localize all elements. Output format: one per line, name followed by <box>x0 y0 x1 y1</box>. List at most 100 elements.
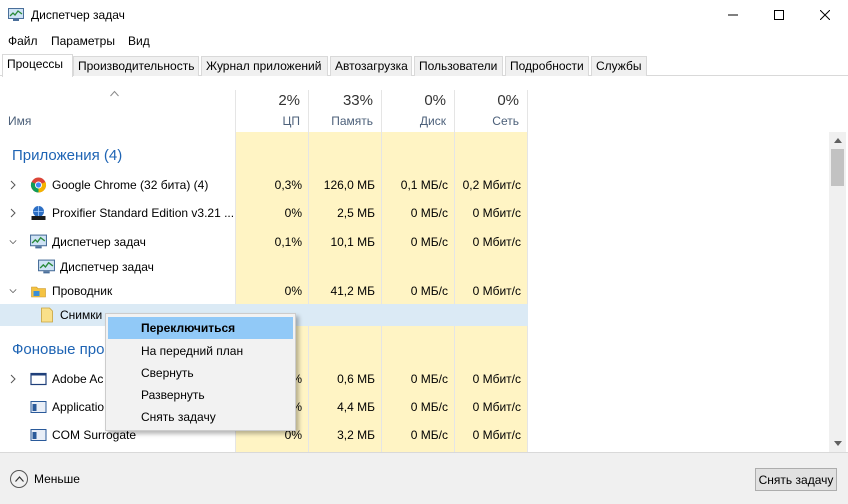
fewer-details-button[interactable]: Меньше <box>10 469 80 489</box>
menu-item-bring-to-front[interactable]: На передний план <box>108 340 293 362</box>
sort-up-icon <box>110 90 119 97</box>
tab-strip: Процессы Производительность Журнал прило… <box>0 54 848 77</box>
column-header-disk[interactable]: 0% Диск <box>382 90 454 132</box>
memory-value: 4,4 МБ <box>337 400 375 414</box>
menu-item-minimize[interactable]: Свернуть <box>108 362 293 384</box>
network-value: 0 Мбит/с <box>472 372 521 386</box>
tab-details[interactable]: Подробности <box>505 56 589 76</box>
cpu-label: ЦП <box>282 114 300 128</box>
menu-bar: Файл Параметры Вид <box>0 32 848 52</box>
scroll-thumb[interactable] <box>831 149 844 186</box>
disk-value: 0 МБ/с <box>410 428 448 442</box>
process-name: Proxifier Standard Edition v3.21 ... <box>52 206 235 220</box>
network-value: 0 Мбит/с <box>472 235 521 249</box>
table-row[interactable]: Proxifier Standard Edition v3.21 ... 0% … <box>0 199 528 227</box>
chevron-up-icon <box>10 470 28 488</box>
context-menu: Переключиться На передний план Свернуть … <box>105 313 296 431</box>
network-value: 0 Мбит/с <box>472 284 521 298</box>
process-name: Диспетчер задач <box>60 260 154 274</box>
minimize-icon <box>728 14 738 16</box>
tab-performance[interactable]: Производительность <box>73 56 199 76</box>
disk-value: 0 МБ/с <box>410 372 448 386</box>
chevron-down-icon[interactable] <box>9 286 17 296</box>
close-button[interactable] <box>802 0 848 30</box>
disk-value: 0 МБ/с <box>410 400 448 414</box>
explorer-icon <box>31 286 46 298</box>
memory-value: 0,6 МБ <box>337 372 375 386</box>
vertical-scrollbar[interactable] <box>829 132 846 452</box>
network-value: 0,2 Мбит/с <box>462 178 521 192</box>
app-frame-icon <box>30 429 47 441</box>
column-header-name[interactable]: Имя <box>8 114 31 128</box>
task-manager-icon <box>8 8 24 21</box>
chrome-icon <box>30 177 47 193</box>
app-frame-icon <box>30 401 47 413</box>
menu-item-switch-to[interactable]: Переключиться <box>108 317 293 339</box>
tab-app-history[interactable]: Журнал приложений <box>201 56 328 76</box>
chevron-right-icon[interactable] <box>9 374 17 384</box>
end-task-button[interactable]: Снять задачу <box>755 468 837 491</box>
close-icon <box>820 10 830 20</box>
tab-users[interactable]: Пользователи <box>414 56 503 76</box>
network-value: 0 Мбит/с <box>472 428 521 442</box>
maximize-icon <box>774 10 784 20</box>
menu-item-maximize[interactable]: Развернуть <box>108 384 293 406</box>
tab-startup[interactable]: Автозагрузка <box>330 56 412 76</box>
table-row[interactable]: Google Chrome (32 бита) (4) 0,3% 126,0 М… <box>0 171 528 199</box>
task-manager-icon <box>38 259 55 274</box>
disk-value: 0 МБ/с <box>410 206 448 220</box>
cpu-value: 0% <box>284 284 302 298</box>
disk-total: 0% <box>424 92 446 109</box>
disk-value: 0,1 МБ/с <box>400 178 448 192</box>
disk-label: Диск <box>419 114 446 128</box>
menu-options[interactable]: Параметры <box>51 34 115 48</box>
process-name: Applicatio <box>52 400 105 414</box>
chevron-right-icon[interactable] <box>9 208 17 218</box>
maximize-button[interactable] <box>756 0 802 30</box>
menu-view[interactable]: Вид <box>128 34 150 48</box>
footer-bar: Меньше Снять задачу <box>0 452 848 504</box>
menu-file[interactable]: Файл <box>8 34 38 48</box>
tab-processes[interactable]: Процессы <box>2 54 73 77</box>
process-name: Google Chrome (32 бита) (4) <box>52 178 209 192</box>
cpu-total: 2% <box>278 92 300 109</box>
column-header-network[interactable]: 0% Сеть <box>455 90 527 132</box>
cpu-value: 0,1% <box>274 235 302 249</box>
task-manager-icon <box>30 234 47 249</box>
cpu-value: 0,3% <box>274 178 302 192</box>
memory-value: 2,5 МБ <box>337 206 375 220</box>
memory-value: 126,0 МБ <box>323 178 375 192</box>
table-row[interactable]: Диспетчер задач 0,1% 10,1 МБ 0 МБ/с 0 Мб… <box>0 228 528 256</box>
memory-label: Память <box>331 114 373 128</box>
table-row[interactable]: Проводник 0% 41,2 МБ 0 МБ/с 0 Мбит/с <box>0 277 528 305</box>
memory-value: 3,2 МБ <box>337 428 375 442</box>
process-name: Проводник <box>52 284 113 298</box>
fewer-details-label: Меньше <box>34 472 80 486</box>
folder-icon <box>41 307 53 323</box>
process-name: Диспетчер задач <box>52 235 146 249</box>
chevron-down-icon <box>833 441 842 446</box>
disk-value: 0 МБ/с <box>410 235 448 249</box>
process-name: Adobe Ac <box>52 372 104 386</box>
scroll-down-button[interactable] <box>829 435 846 452</box>
disk-value: 0 МБ/с <box>410 284 448 298</box>
column-header-cpu[interactable]: 2% ЦП <box>236 90 308 132</box>
column-header-memory[interactable]: 33% Память <box>309 90 381 132</box>
chevron-up-icon <box>833 138 842 143</box>
memory-value: 41,2 МБ <box>330 284 375 298</box>
title-bar: Диспетчер задач <box>0 0 848 32</box>
app-window-icon <box>30 372 47 386</box>
scroll-up-button[interactable] <box>829 132 846 149</box>
chevron-down-icon[interactable] <box>9 237 17 247</box>
window-title: Диспетчер задач <box>31 8 125 22</box>
minimize-button[interactable] <box>710 0 756 30</box>
network-label: Сеть <box>492 114 519 128</box>
memory-total: 33% <box>342 92 373 109</box>
network-value: 0 Мбит/с <box>472 206 521 220</box>
tab-services[interactable]: Службы <box>591 56 647 76</box>
memory-value: 10,1 МБ <box>330 235 375 249</box>
menu-item-end-task[interactable]: Снять задачу <box>108 406 293 428</box>
network-total: 0% <box>497 92 519 109</box>
section-background-title: Фоновые про <box>12 341 105 358</box>
chevron-right-icon[interactable] <box>9 180 17 190</box>
